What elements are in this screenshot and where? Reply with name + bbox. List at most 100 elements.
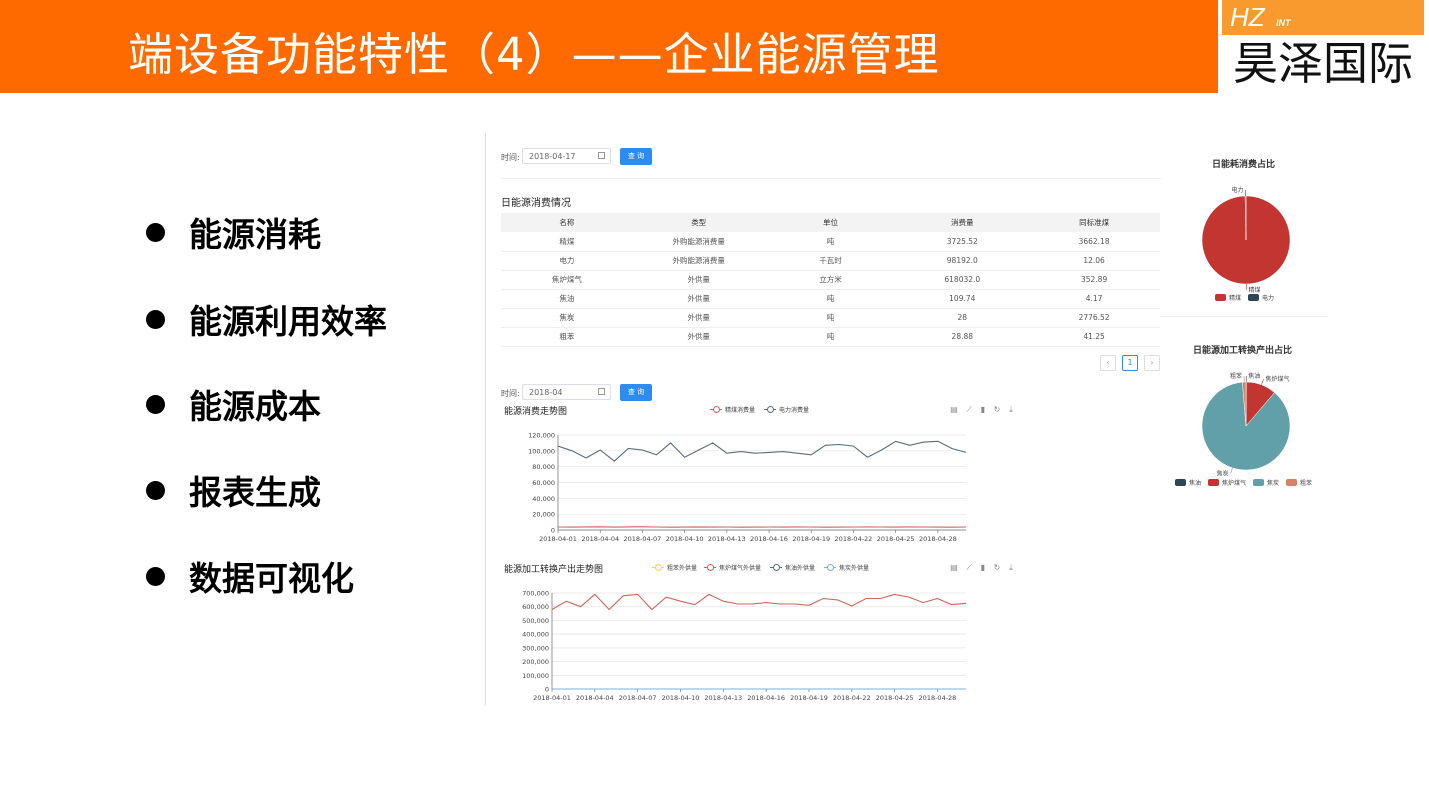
data-view-icon[interactable]: ▤ bbox=[950, 564, 958, 572]
table-cell: 352.89 bbox=[1028, 270, 1160, 290]
logo-subtext: INT bbox=[1276, 18, 1291, 28]
legend-item[interactable]: 焦炭外供量 bbox=[824, 563, 869, 572]
table-cell: 3725.52 bbox=[896, 232, 1029, 252]
table-cell: 外供量 bbox=[632, 327, 765, 347]
column-header: 名称 bbox=[501, 213, 633, 232]
line-switch-icon[interactable]: ⟋ bbox=[965, 406, 973, 414]
table-cell: 吨 bbox=[764, 308, 897, 328]
pie-slice-label: 精煤 bbox=[1249, 286, 1261, 293]
y-tick-label: 60,000 bbox=[532, 479, 555, 487]
table-cell: 粗苯 bbox=[501, 327, 633, 347]
dashboard-screenshot: 时间: 2018-04-17 查 询 日能源消费情况 名称 类型 单位 消费量 … bbox=[485, 133, 1328, 705]
restore-icon[interactable]: ↻ bbox=[993, 564, 1001, 572]
pie-legend: 焦油 焦炉煤气 焦炭 粗苯 bbox=[1168, 478, 1312, 487]
divider bbox=[501, 178, 1161, 179]
table-cell: 12.06 bbox=[1028, 251, 1160, 271]
line-switch-icon[interactable]: ⟋ bbox=[965, 564, 973, 572]
calendar-icon bbox=[598, 388, 605, 395]
pie-slice-label: 焦油 bbox=[1248, 372, 1260, 380]
page-title: 端设备功能特性（4）——企业能源管理 bbox=[128, 28, 940, 81]
table-cell: 109.74 bbox=[896, 289, 1029, 309]
month-picker[interactable]: 2018-04 bbox=[522, 384, 611, 400]
pie-legend: 精煤 电力 bbox=[1208, 293, 1274, 302]
x-tick-label: 2018-04-07 bbox=[619, 694, 657, 702]
table-row: 精煤 外购能源消费量吨 3725.52 3662.18 bbox=[501, 232, 1160, 252]
table-row: 焦油 外供量吨 109.74 4.17 bbox=[501, 289, 1160, 309]
bullet-item: 报表生成 bbox=[146, 466, 321, 514]
pager-page-1[interactable]: 1 bbox=[1122, 355, 1138, 371]
restore-icon[interactable]: ↻ bbox=[993, 406, 1001, 414]
energy-table: 名称 类型 单位 消费量 同标准煤 精煤 外购能源消费量吨 3725.52 3662.… bbox=[501, 213, 1160, 347]
y-tick-label: 500,000 bbox=[522, 617, 549, 625]
legend-label[interactable]: 焦油 bbox=[1189, 478, 1201, 487]
logo-text: HZ bbox=[1230, 2, 1265, 32]
table-cell: 立方米 bbox=[764, 270, 897, 290]
table-cell: 千瓦时 bbox=[764, 251, 897, 271]
table-cell: 焦炉煤气 bbox=[501, 270, 633, 290]
legend-item[interactable]: 焦炉煤气外供量 bbox=[704, 563, 761, 572]
calendar-icon bbox=[598, 152, 605, 159]
table-cell: 外供量 bbox=[632, 270, 765, 290]
legend-item[interactable]: 焦油外供量 bbox=[770, 563, 815, 572]
legend-label: 电力消费量 bbox=[779, 407, 810, 414]
x-tick-label: 2018-04-10 bbox=[662, 694, 700, 702]
table-cell: 焦油 bbox=[501, 289, 633, 309]
download-icon[interactable]: ⤓ bbox=[1007, 406, 1015, 414]
x-tick-label: 2018-04-25 bbox=[877, 535, 915, 543]
y-tick-label: 300,000 bbox=[522, 644, 549, 652]
x-tick-label: 2018-04-19 bbox=[790, 694, 828, 702]
pager-next-button[interactable]: › bbox=[1144, 355, 1160, 371]
table-cell: 28.88 bbox=[896, 327, 1029, 347]
x-tick-label: 2018-04-22 bbox=[835, 535, 873, 543]
legend-swatch bbox=[1286, 479, 1298, 486]
time-label: 时间: bbox=[501, 153, 520, 162]
x-tick-label: 2018-04-13 bbox=[704, 694, 742, 702]
table-cell: 2776.52 bbox=[1028, 308, 1160, 328]
legend-label[interactable]: 焦炭 bbox=[1267, 478, 1279, 487]
energy-consumption-pie: 精煤 电力 bbox=[1201, 186, 1291, 293]
y-tick-label: 600,000 bbox=[522, 603, 549, 611]
bullet-item: 能源成本 bbox=[146, 380, 321, 428]
table-cell: 41.25 bbox=[1028, 327, 1160, 347]
date-value: 2018-04 bbox=[529, 388, 563, 397]
y-tick-label: 120,000 bbox=[528, 432, 555, 440]
bullet-dot bbox=[146, 222, 165, 242]
download-icon[interactable]: ⤓ bbox=[1007, 564, 1015, 572]
legend-item[interactable]: 电力消费量 bbox=[764, 405, 809, 414]
data-view-icon[interactable]: ▤ bbox=[950, 406, 958, 414]
logo-badge: HZ INT bbox=[1222, 0, 1424, 35]
bullet-text: 能源消耗 bbox=[189, 215, 321, 254]
y-tick-label: 80,000 bbox=[532, 463, 555, 471]
legend-item[interactable]: 粗苯外供量 bbox=[652, 563, 697, 572]
pager-prev-button[interactable]: ‹ bbox=[1100, 355, 1116, 371]
x-tick-label: 2018-04-16 bbox=[747, 694, 785, 702]
bar-switch-icon[interactable]: ▮ bbox=[979, 406, 987, 414]
pie-slice-label: 焦炭 bbox=[1217, 470, 1229, 478]
table-cell: 外供量 bbox=[632, 308, 765, 328]
query-button[interactable]: 查 询 bbox=[620, 148, 652, 165]
bullet-item: 数据可视化 bbox=[146, 552, 354, 600]
table-header-row: 名称 类型 单位 消费量 同标准煤 bbox=[501, 213, 1160, 232]
table-row: 焦炉煤气 外供量 立方米 618032.0 352.89 bbox=[501, 270, 1160, 290]
bullet-text: 能源成本 bbox=[189, 387, 321, 426]
query-button[interactable]: 查 询 bbox=[620, 384, 652, 401]
legend-label[interactable]: 电力 bbox=[1262, 293, 1274, 302]
slide: 端设备功能特性（4）——企业能源管理 HZ INT 昊泽国际 能源消耗 能源利用… bbox=[0, 0, 1429, 802]
y-tick-label: 100,000 bbox=[528, 447, 555, 455]
bullet-text: 能源利用效率 bbox=[189, 302, 387, 341]
date-picker[interactable]: 2018-04-17 bbox=[522, 148, 611, 164]
bullet-dot bbox=[146, 566, 165, 586]
bar-switch-icon[interactable]: ▮ bbox=[979, 564, 987, 572]
legend-item[interactable]: 精煤消费量 bbox=[710, 405, 755, 414]
legend-label[interactable]: 焦炉煤气 bbox=[1222, 478, 1246, 487]
y-tick-label: 100,000 bbox=[522, 672, 549, 680]
x-tick-label: 2018-04-13 bbox=[708, 535, 746, 543]
pie-title: 日能耗消费占比 bbox=[1212, 160, 1276, 170]
table-row: 粗苯 外供量吨 28.88 41.25 bbox=[501, 327, 1160, 347]
x-tick-label: 2018-04-01 bbox=[533, 694, 571, 702]
pie-title: 日能源加工转换产出占比 bbox=[1193, 346, 1293, 356]
bullet-item: 能源利用效率 bbox=[146, 295, 387, 343]
legend-label[interactable]: 粗苯 bbox=[1300, 478, 1312, 487]
table-cell: 吨 bbox=[764, 232, 897, 252]
legend-label[interactable]: 精煤 bbox=[1229, 293, 1241, 302]
